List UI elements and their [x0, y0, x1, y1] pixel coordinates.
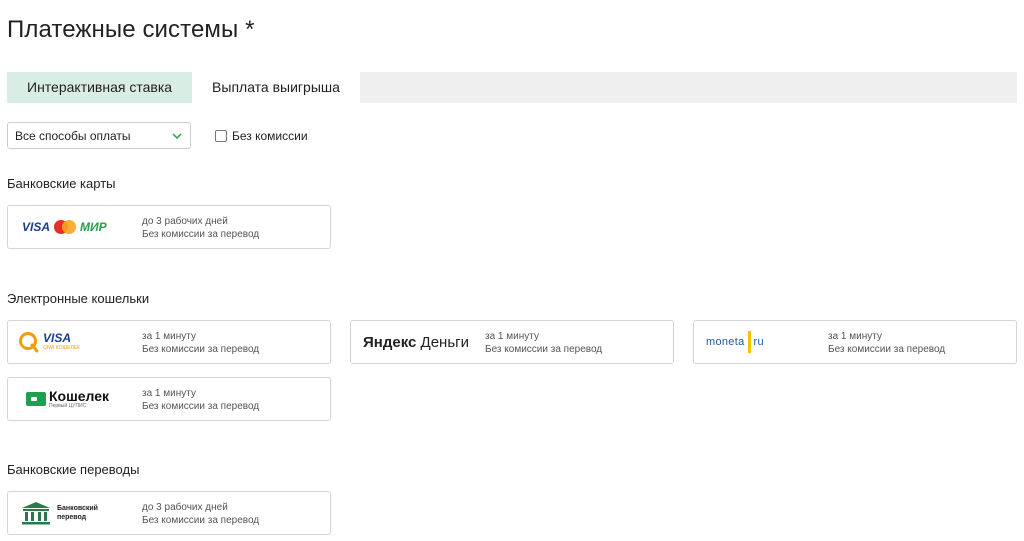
chevron-down-icon [171, 130, 183, 142]
visa-logo-text: VISA [22, 220, 51, 234]
transfer-fee: Без комиссии за перевод [485, 344, 603, 355]
moneta-ru-word: ru [753, 336, 764, 348]
section-title-ewallets: Электронные кошельки [7, 291, 150, 306]
qiwi-logo: VISA QIWI КОШЕЛЕК [18, 321, 136, 363]
koshelek-word: Кошелек [49, 388, 110, 404]
tab-payout[interactable]: Выплата выигрыша [192, 72, 360, 103]
filters-row: Все способы оплаты Без комиссии [7, 122, 308, 149]
transfer-fee: Без комиссии за перевод [828, 344, 946, 355]
no-commission-filter[interactable]: Без комиссии [215, 129, 308, 143]
page-title: Платежные системы * [7, 16, 255, 43]
mastercard-icon [54, 220, 77, 234]
transfer-fee: Без комиссии за перевод [142, 515, 260, 526]
payment-method-select[interactable]: Все способы оплаты [7, 122, 191, 149]
yandex-money-logo: Яндекс Деньги [363, 321, 481, 363]
transfer-time: за 1 минуту [142, 331, 196, 342]
yandex-word: Яндекс [363, 333, 417, 351]
moneta-logo: moneta ru [706, 321, 824, 363]
visa-mastercard-mir-logo: VISA МИР [18, 206, 136, 248]
dengi-word: Деньги [420, 333, 469, 351]
payment-card-moneta[interactable]: moneta ru за 1 минуту Без комиссии за пе… [693, 320, 1017, 364]
qiwi-visa-text: VISA [43, 331, 72, 345]
qiwi-sub-text: QIWI КОШЕЛЕК [43, 345, 80, 351]
transfer-time: до 3 рабочих дней [142, 502, 228, 513]
moneta-bar-icon [747, 331, 751, 353]
bank-transfer-line1: Банковский [57, 505, 98, 512]
qiwi-icon [18, 331, 40, 353]
wallet-icon [26, 391, 46, 407]
bank-building-icon [21, 501, 51, 525]
transfer-fee: Без комиссии за перевод [142, 401, 260, 412]
bank-transfer-line2: перевод [57, 514, 87, 521]
payment-card-bank-transfer[interactable]: Банковский перевод до 3 рабочих дней Без… [7, 491, 331, 535]
yandex-logo-text: Яндекс Деньги [363, 334, 469, 351]
no-commission-checkbox[interactable] [215, 129, 227, 142]
section-title-bank-transfers: Банковские переводы [7, 462, 140, 477]
bank-transfer-logo: Банковский перевод [21, 492, 139, 534]
koshelek-logo: Кошелек Первый ЦУПИС [26, 378, 144, 420]
koshelek-sub-text: Первый ЦУПИС [49, 403, 87, 409]
tab-bar: Интерактивная ставка Выплата выигрыша [7, 72, 1017, 103]
payment-card-bank-cards[interactable]: VISA МИР до 3 рабочих дней Без комиссии … [7, 205, 331, 249]
no-commission-label: Без комиссии [232, 128, 308, 143]
transfer-fee: Без комиссии за перевод [142, 229, 260, 240]
payment-card-koshelek[interactable]: Кошелек Первый ЦУПИС за 1 минуту Без ком… [7, 377, 331, 421]
section-title-bank-cards: Банковские карты [7, 176, 116, 191]
payment-card-yandex-money[interactable]: Яндекс Деньги за 1 минуту Без комиссии з… [350, 320, 674, 364]
transfer-time: до 3 рабочих дней [142, 216, 228, 227]
payment-card-qiwi[interactable]: VISA QIWI КОШЕЛЕК за 1 минуту Без комисс… [7, 320, 331, 364]
tab-interactive-bet[interactable]: Интерактивная ставка [7, 72, 193, 103]
payment-method-value: Все способы оплаты [15, 128, 131, 143]
transfer-time: за 1 минуту [485, 331, 539, 342]
transfer-time: за 1 минуту [142, 388, 196, 399]
transfer-time: за 1 минуту [828, 331, 882, 342]
transfer-fee: Без комиссии за перевод [142, 344, 260, 355]
moneta-word: moneta [706, 336, 745, 348]
mir-logo-text: МИР [80, 220, 107, 234]
